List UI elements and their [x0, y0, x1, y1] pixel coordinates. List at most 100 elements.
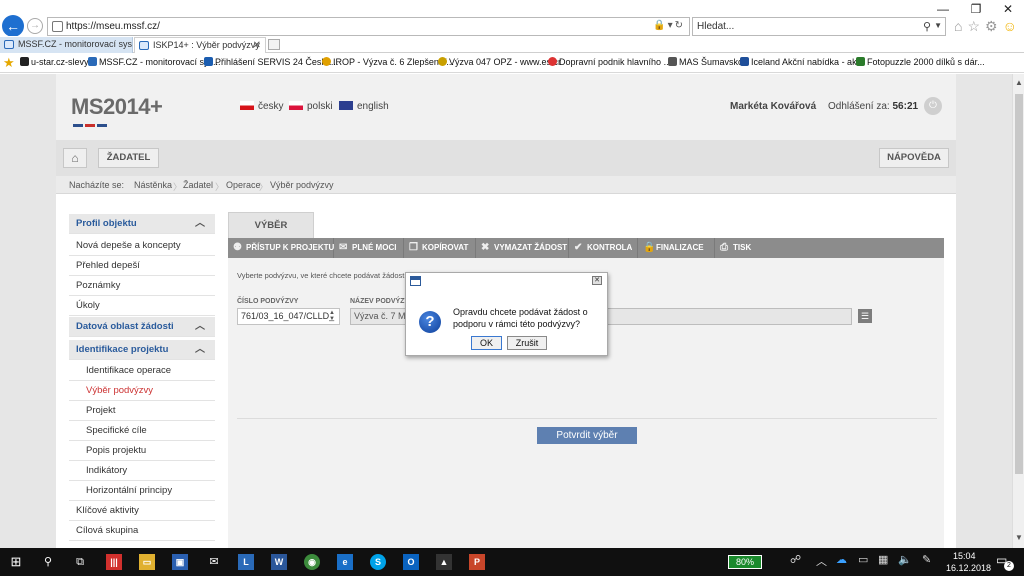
list-icon[interactable]: ☰: [858, 309, 872, 323]
plne-moci-button[interactable]: ✉ PLNÉ MOCI: [334, 238, 404, 258]
chevron-down-icon[interactable]: ▼: [934, 21, 942, 30]
sidebar-item-poznamky[interactable]: Poznámky: [69, 276, 215, 296]
spinner-arrows-icon[interactable]: ▲ ▼: [329, 310, 335, 322]
new-tab-button[interactable]: [268, 39, 280, 50]
breadcrumb-item-nastenka[interactable]: Nástěnka: [134, 180, 172, 190]
outlook-icon[interactable]: O: [403, 554, 419, 570]
app-red-icon[interactable]: |||: [106, 554, 122, 570]
scroll-up-icon[interactable]: ▲: [1015, 78, 1023, 87]
vymazat-zadost-button[interactable]: ✖ VYMAZAT ŽÁDOST: [476, 238, 569, 258]
dialog-close-icon[interactable]: ✕: [592, 276, 602, 285]
breadcrumb-item-zadatel[interactable]: Žadatel: [183, 180, 213, 190]
breadcrumb-item-operace[interactable]: Operace: [226, 180, 261, 190]
search-icon[interactable]: ⚲: [923, 20, 931, 33]
lock-refresh-icons[interactable]: 🔒▾↻: [653, 20, 685, 31]
sidebar-item-identifikace-projektu[interactable]: Identifikace projektu ︿: [69, 340, 215, 360]
home-icon[interactable]: ⌂: [63, 148, 87, 168]
skype-icon[interactable]: S: [370, 554, 386, 570]
sidebar-item-nova-depese[interactable]: Nová depeše a koncepty: [69, 236, 215, 256]
sidebar-item-horizontalni-principy[interactable]: Horizontální principy: [69, 481, 215, 501]
browser-tab-mssf[interactable]: MSSF.CZ - monitorovací systé...: [0, 37, 133, 53]
favorites-star-icon[interactable]: ☆: [967, 18, 985, 34]
windows-start-icon[interactable]: ⊞: [6, 552, 26, 572]
sidebar-item-datova-oblast[interactable]: Datová oblast žádosti ︿: [69, 317, 215, 337]
lang-czech-link[interactable]: česky: [240, 101, 284, 112]
mail-icon[interactable]: ✉: [204, 552, 224, 572]
maximize-button[interactable]: ❐: [961, 2, 991, 16]
browser-tab-iskp[interactable]: ISKP14+ : Výběr podvýzvy ✕: [134, 37, 266, 53]
favorite-link[interactable]: Fotopuzzle 2000 dílků s dár...: [856, 57, 985, 67]
powerpoint-icon[interactable]: P: [469, 554, 485, 570]
favorite-link[interactable]: u-star.cz-slevy-: [20, 57, 92, 67]
user-name[interactable]: Markéta Kovářová: [730, 101, 816, 112]
smiley-feedback-icon[interactable]: ☺: [1003, 18, 1022, 34]
sidebar-item-klicove-aktivity[interactable]: Klíčové aktivity: [69, 501, 215, 521]
kontrola-button[interactable]: ✔ KONTROLA: [569, 238, 638, 258]
people-icon[interactable]: ☍: [790, 553, 801, 566]
tab-vyber-podvyzvy[interactable]: VÝBĚR PODVÝZVY: [228, 212, 314, 257]
sidebar-item-popis-projektu[interactable]: Popis projektu: [69, 441, 215, 461]
sidebar-item-specificke-cile[interactable]: Specifické cíle: [69, 421, 215, 441]
home-icon[interactable]: ⌂: [954, 18, 967, 34]
favorite-link[interactable]: Iceland Akční nabídka - ak...: [740, 57, 864, 67]
address-bar[interactable]: https://mseu.mssf.cz/ 🔒▾↻: [47, 17, 690, 36]
zadatel-button[interactable]: ŽADATEL: [98, 148, 159, 168]
pristup-k-projektu-button[interactable]: ⚉ PŘÍSTUP K PROJEKTU: [228, 238, 334, 258]
favorite-link[interactable]: MSSF.CZ - monitorovací sys...: [88, 57, 221, 67]
word-icon[interactable]: W: [271, 554, 287, 570]
task-view-icon[interactable]: ⧉: [70, 552, 90, 572]
cancel-button[interactable]: Zrušit: [507, 336, 547, 350]
sidebar-item-ukoly[interactable]: Úkoly: [69, 296, 215, 316]
logout-power-icon[interactable]: ⏻: [924, 97, 942, 115]
battery-icon[interactable]: ▭: [858, 553, 868, 566]
page-scrollbar[interactable]: ▲ ▼: [1012, 74, 1024, 548]
lang-english-link[interactable]: english: [339, 101, 389, 112]
favorite-link[interactable]: Přihlášení SERVIS 24 Česká...: [204, 57, 338, 67]
favorite-link[interactable]: IROP - Výzva č. 6 Zlepšení f...: [322, 57, 454, 67]
finalizace-button[interactable]: 🔒 FINALIZACE: [638, 238, 715, 258]
search-icon[interactable]: ⚲: [38, 552, 58, 572]
clock-date[interactable]: 16.12.2018: [946, 563, 991, 573]
favorite-link[interactable]: Dopravní podnik hlavního ...: [548, 57, 671, 67]
onedrive-cloud-icon[interactable]: ☁: [836, 553, 847, 566]
potvrdit-vyber-button[interactable]: Potvrdit výběr: [537, 427, 637, 444]
scroll-thumb[interactable]: [1015, 94, 1023, 474]
scroll-down-icon[interactable]: ▼: [1015, 533, 1023, 542]
sidebar-item-projekt[interactable]: Projekt: [69, 401, 215, 421]
tisk-button[interactable]: ⎙ TISK: [715, 238, 767, 258]
file-explorer-icon[interactable]: ▭: [139, 554, 155, 570]
favorite-link[interactable]: MAS Šumavsko: [668, 57, 743, 67]
battery-indicator[interactable]: 80%: [728, 555, 762, 569]
chrome-icon[interactable]: ◉: [304, 554, 320, 570]
cislo-podvyzvy-select[interactable]: 761/03_16_047/CLLD_: [237, 308, 340, 325]
back-arrow-icon[interactable]: ←: [2, 15, 24, 37]
browser-search-input[interactable]: Hledat... ⚲ ▼: [692, 17, 946, 36]
close-tab-icon[interactable]: ✕: [253, 38, 261, 53]
kopirovat-button[interactable]: ❐ KOPÍROVAT: [404, 238, 476, 258]
sidebar-item-identifikace-operace[interactable]: Identifikace operace: [69, 361, 215, 381]
pen-icon[interactable]: ✎: [922, 553, 931, 566]
sidebar-item-vyber-podvyzvy[interactable]: Výběr podvýzvy: [69, 381, 215, 401]
photos-icon[interactable]: ▲: [436, 554, 452, 570]
sidebar-item-prehled-depesi[interactable]: Přehled depeší: [69, 256, 215, 276]
forward-arrow-icon[interactable]: →: [27, 18, 43, 34]
volume-icon[interactable]: 🔈: [898, 553, 912, 566]
favorites-star-icon[interactable]: ★: [3, 55, 15, 71]
app-l-icon[interactable]: L: [238, 554, 254, 570]
sidebar-item-cilova-skupina[interactable]: Cílová skupina: [69, 521, 215, 541]
ok-button[interactable]: OK: [471, 336, 502, 350]
close-window-button[interactable]: ✕: [993, 2, 1023, 16]
lang-polish-link[interactable]: polski: [289, 101, 333, 112]
network-icon[interactable]: ▦: [878, 553, 888, 566]
internet-explorer-icon[interactable]: e: [337, 554, 353, 570]
chevron-up-icon[interactable]: ︿: [816, 553, 827, 569]
gear-icon[interactable]: ⚙: [985, 18, 1003, 34]
sidebar-item-profil[interactable]: Profil objektu ︿: [69, 214, 215, 234]
favorite-link[interactable]: Výzva 047 OPZ - www.esfcr: [438, 57, 561, 67]
minimize-button[interactable]: —: [928, 2, 958, 16]
clock-time[interactable]: 15:04: [953, 551, 976, 561]
sidebar-item-indikatory[interactable]: Indikátory: [69, 461, 215, 481]
store-icon[interactable]: ▣: [172, 554, 188, 570]
help-button[interactable]: NÁPOVĚDA: [879, 148, 949, 168]
ms2014-logo[interactable]: MS2014+: [71, 94, 163, 120]
